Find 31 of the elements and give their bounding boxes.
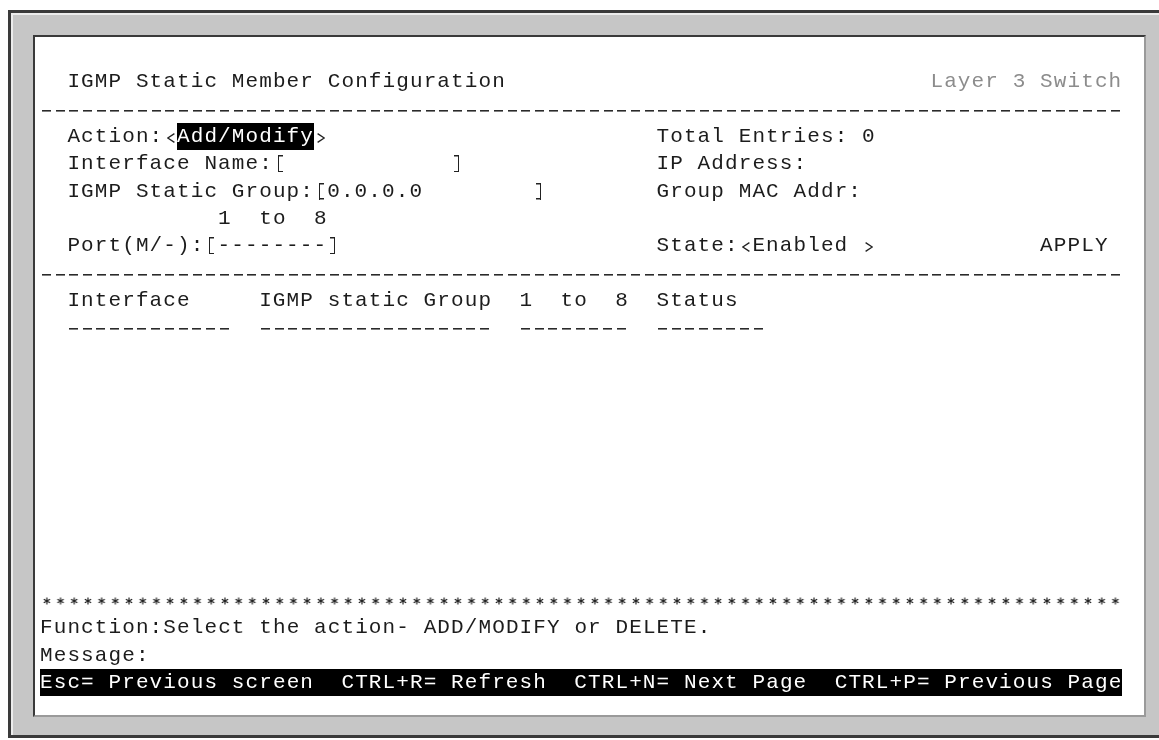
key-hint: CTRL+N= Next Page bbox=[574, 669, 808, 696]
key-hint: CTRL+P= Previous Page bbox=[834, 669, 1123, 696]
device-type-label: Layer 3 Switch bbox=[930, 69, 1123, 96]
key-hint: CTRL+R= Refresh bbox=[341, 669, 547, 696]
ip-address-label: IP Address: bbox=[656, 151, 808, 178]
apply-button[interactable]: APPLY bbox=[1040, 232, 1109, 260]
function-label: Function: bbox=[40, 615, 164, 642]
group-mac-addr-label: Group MAC Addr: bbox=[656, 178, 863, 205]
igmp-static-group-label: IGMP Static Group: bbox=[67, 178, 315, 205]
key-hint: Esc= Previous screen bbox=[40, 669, 315, 696]
message-label: Message: bbox=[40, 642, 150, 669]
port-range-label: 1 to 8 bbox=[218, 205, 328, 232]
state-selector[interactable]: Enabled bbox=[738, 232, 876, 260]
screen-title: IGMP Static Member Configuration bbox=[67, 69, 506, 96]
interface-name-label: Interface Name: bbox=[67, 151, 273, 178]
state-label: State: bbox=[656, 233, 739, 260]
column-header: 1 to 8 bbox=[519, 287, 630, 314]
function-text: Select the action- ADD/MODIFY or DELETE. bbox=[163, 615, 712, 642]
chevron-right-icon bbox=[316, 132, 325, 143]
total-entries-label: Total Entries: bbox=[656, 123, 849, 150]
total-entries-value: 0 bbox=[862, 123, 876, 150]
column-header: IGMP static Group bbox=[259, 287, 493, 314]
column-header: Interface bbox=[67, 287, 192, 314]
chevron-left-icon bbox=[166, 132, 175, 143]
chevron-right-icon bbox=[864, 241, 873, 252]
port-label: Port(M/-): bbox=[67, 233, 205, 260]
chevron-left-icon bbox=[741, 241, 750, 252]
igmp-static-group-field[interactable]: 0.0.0.0 bbox=[319, 182, 541, 200]
column-header: Status bbox=[656, 287, 740, 314]
port-field[interactable]: -------- bbox=[209, 237, 336, 255]
action-label: Action: bbox=[67, 123, 164, 150]
